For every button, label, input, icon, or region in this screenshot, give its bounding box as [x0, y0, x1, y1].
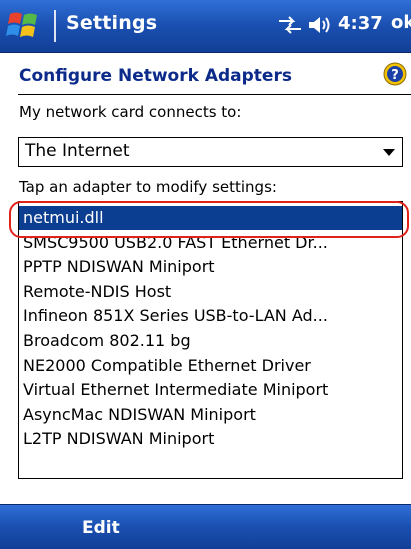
- tap-adapter-label: Tap an adapter to modify settings:: [19, 178, 277, 196]
- adapter-name: Infineon 851X Series USB-to-LAN Ad...: [23, 306, 328, 326]
- dropdown-arrow-icon[interactable]: [383, 149, 395, 156]
- connectivity-icon[interactable]: [277, 15, 303, 35]
- adapter-list-item[interactable]: NE2000 Compatible Ethernet Driver: [19, 354, 402, 378]
- adapter-list-item[interactable]: Broadcom 802.11 bg: [19, 329, 402, 353]
- adapter-name: Broadcom 802.11 bg: [23, 331, 191, 350]
- connects-label: My network card connects to:: [19, 103, 242, 121]
- header-divider: [18, 94, 411, 95]
- adapter-list-item[interactable]: Infineon 851X Series USB-to-LAN Ad...: [19, 304, 402, 328]
- help-icon[interactable]: ?: [383, 62, 407, 86]
- softkey-bar: Edit: [0, 504, 411, 549]
- annotation-highlight-oval: [9, 201, 409, 238]
- adapter-name: PPTP NDISWAN Miniport: [23, 257, 215, 277]
- adapter-name: NE2000 Compatible Ethernet Driver: [23, 355, 311, 375]
- ok-button[interactable]: ok: [391, 12, 411, 40]
- adapter-list-item[interactable]: Remote-NDIS Host: [19, 280, 402, 304]
- dropdown-value: The Internet: [25, 141, 130, 161]
- volume-icon[interactable]: [307, 14, 333, 36]
- svg-text:?: ?: [391, 68, 399, 83]
- clock-time[interactable]: 4:37: [338, 13, 383, 34]
- adapter-list-item[interactable]: PPTP NDISWAN Miniport: [19, 255, 402, 279]
- adapter-list[interactable]: netmui.dll SMSC9500 USB2.0 FAST Ethernet …: [18, 201, 403, 479]
- page-title: Configure Network Adapters: [19, 66, 292, 86]
- adapter-name: Virtual Ethernet Intermediate Miniport: [23, 380, 329, 400]
- adapter-name: Remote-NDIS Host: [23, 281, 172, 301]
- network-connects-dropdown[interactable]: The Internet: [18, 137, 403, 167]
- adapter-list-item[interactable]: AsyncMac NDISWAN Miniport: [19, 403, 402, 427]
- title-bar: Settings 4:37 ok: [0, 0, 411, 53]
- window-title[interactable]: Settings: [66, 12, 157, 34]
- adapter-name: AsyncMac NDISWAN Miniport: [23, 404, 256, 424]
- adapter-list-item[interactable]: L2TP NDISWAN Miniport: [19, 427, 402, 451]
- adapter-list-item[interactable]: Virtual Ethernet Intermediate Miniport: [19, 378, 402, 402]
- start-flag-icon[interactable]: [6, 8, 42, 44]
- title-separator: [54, 10, 56, 42]
- adapter-name: L2TP NDISWAN Miniport: [23, 429, 215, 449]
- edit-softkey-button[interactable]: Edit: [82, 518, 120, 538]
